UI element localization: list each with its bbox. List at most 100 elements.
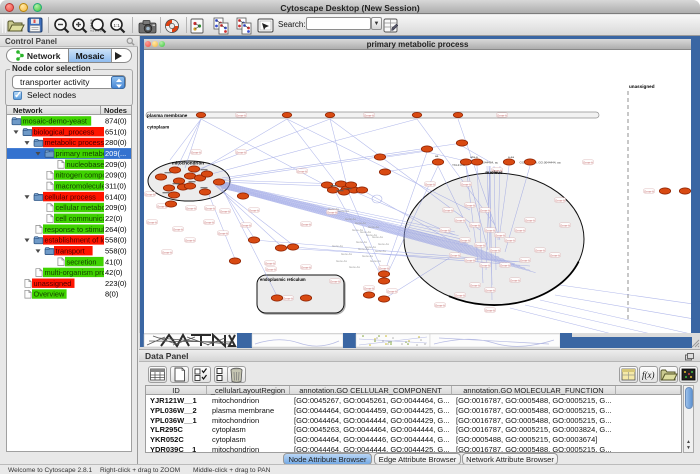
svg-text:Gene-Ax: Gene-Ax bbox=[338, 209, 350, 213]
svg-text:plasma membrane: plasma membrane bbox=[147, 113, 188, 118]
svg-text:response to stimul: response to stimul bbox=[45, 225, 105, 234]
svg-text:Gene-A: Gene-A bbox=[364, 113, 374, 117]
svg-text:Gene-Ax: Gene-Ax bbox=[332, 244, 344, 248]
svg-text:Gene-A: Gene-A bbox=[191, 150, 201, 154]
svg-text:nucleus: nucleus bbox=[485, 170, 503, 175]
svg-text:endoplasmic reticulum: endoplasmic reticulum bbox=[260, 277, 306, 282]
svg-text:Gene-Ax: Gene-Ax bbox=[378, 242, 390, 246]
svg-text:Gene-A: Gene-A bbox=[480, 208, 490, 212]
svg-text:Gene-A: Gene-A bbox=[265, 261, 275, 265]
svg-text:Gene-A: Gene-A bbox=[515, 228, 525, 232]
svg-text:Gene-A: Gene-A bbox=[497, 113, 507, 117]
svg-text:Gene-A: Gene-A bbox=[510, 278, 520, 282]
svg-text:Gene-A: Gene-A bbox=[249, 208, 259, 212]
svg-text:Gene-A: Gene-A bbox=[205, 206, 215, 210]
svg-text:Gene-A: Gene-A bbox=[500, 263, 510, 267]
svg-text:Gene-A: Gene-A bbox=[455, 218, 465, 222]
svg-text:Gene-A: Gene-A bbox=[470, 223, 480, 227]
svg-text:Gene-A: Gene-A bbox=[220, 209, 230, 213]
svg-text:Gene-A: Gene-A bbox=[387, 289, 397, 293]
svg-text:Gene-Ax: Gene-Ax bbox=[356, 240, 368, 244]
svg-text:macromolecule: macromolecule bbox=[56, 182, 106, 191]
svg-text:metabolic process: metabolic process bbox=[45, 138, 105, 147]
svg-text:Gene-Ax: Gene-Ax bbox=[375, 249, 387, 253]
svg-text:Gene-A: Gene-A bbox=[550, 253, 560, 257]
svg-text:223(0): 223(0) bbox=[105, 279, 127, 288]
svg-text:651(0): 651(0) bbox=[105, 127, 127, 136]
svg-text:8(0): 8(0) bbox=[105, 290, 119, 299]
svg-text:Gene-A: Gene-A bbox=[147, 220, 157, 224]
svg-text:biological_process: biological_process bbox=[34, 127, 95, 136]
svg-text:614(0): 614(0) bbox=[105, 192, 127, 201]
svg-text:Gene-Ax: Gene-Ax bbox=[341, 252, 353, 256]
svg-text:Gene-Ax: Gene-Ax bbox=[370, 259, 382, 263]
svg-text:Gene-Ax: Gene-Ax bbox=[349, 265, 361, 269]
svg-text:transport: transport bbox=[56, 246, 85, 255]
svg-text:cytoplasm: cytoplasm bbox=[147, 125, 169, 130]
svg-text:nitrogen compo: nitrogen compo bbox=[56, 171, 107, 180]
svg-text:1:1: 1:1 bbox=[114, 23, 121, 28]
svg-text:Overview: Overview bbox=[34, 290, 65, 299]
svg-text:Gene-A: Gene-A bbox=[440, 228, 450, 232]
svg-text:a-aa: a-aa bbox=[508, 155, 514, 159]
svg-text:Gene-A: Gene-A bbox=[266, 267, 276, 271]
svg-text:Gene-A: Gene-A bbox=[301, 222, 311, 226]
svg-text:Gene-A: Gene-A bbox=[327, 210, 337, 214]
svg-text:Gene-A: Gene-A bbox=[364, 286, 374, 290]
svg-text:558(0): 558(0) bbox=[105, 236, 127, 245]
svg-text:280(0): 280(0) bbox=[105, 138, 127, 147]
svg-text:Gene-A: Gene-A bbox=[455, 293, 465, 297]
svg-text:Gene-A: Gene-A bbox=[485, 228, 495, 232]
svg-text:Gene-Ax: Gene-Ax bbox=[336, 259, 348, 263]
svg-text:Gene-A: Gene-A bbox=[236, 150, 246, 154]
svg-text:Gene-Ax: Gene-Ax bbox=[362, 254, 374, 258]
svg-text:Gene-A: Gene-A bbox=[460, 238, 470, 242]
svg-text:cellular metabo: cellular metabo bbox=[56, 203, 106, 212]
svg-text:Gene-A: Gene-A bbox=[520, 258, 530, 262]
svg-text:f(x): f(x) bbox=[642, 370, 655, 380]
svg-text:Gene-A: Gene-A bbox=[297, 169, 307, 173]
svg-text:Gene-A: Gene-A bbox=[525, 218, 535, 222]
svg-text:multi-organism pro: multi-organism pro bbox=[45, 268, 106, 277]
svg-text:41(0): 41(0) bbox=[105, 257, 123, 266]
svg-text:209(0): 209(0) bbox=[105, 171, 127, 180]
svg-text:Gene-A: Gene-A bbox=[241, 223, 251, 227]
svg-text:Gene-A: Gene-A bbox=[470, 283, 480, 287]
svg-text:Gene-A: Gene-A bbox=[186, 206, 196, 210]
svg-text:aa: aa bbox=[435, 154, 439, 158]
svg-text:Gene-Ax: Gene-Ax bbox=[358, 247, 370, 251]
svg-text:Gene-A: Gene-A bbox=[485, 288, 495, 292]
svg-text:311(0): 311(0) bbox=[105, 182, 127, 191]
svg-text:558(0): 558(0) bbox=[105, 246, 127, 255]
svg-text:22(0): 22(0) bbox=[105, 214, 123, 223]
svg-text:Gene-A: Gene-A bbox=[480, 263, 490, 267]
svg-text:Gene-A: Gene-A bbox=[204, 220, 214, 224]
svg-text:Gene-Ax: Gene-Ax bbox=[368, 225, 380, 229]
svg-text:42(0): 42(0) bbox=[105, 268, 123, 277]
svg-text:ada-a: ada-a bbox=[470, 155, 478, 159]
svg-text:Gene-A: Gene-A bbox=[475, 243, 485, 247]
svg-text:Gene-Ax: Gene-Ax bbox=[352, 228, 364, 232]
svg-text:209(0): 209(0) bbox=[105, 203, 127, 212]
svg-text:Gene-A: Gene-A bbox=[461, 182, 471, 186]
svg-text:Gene-A: Gene-A bbox=[485, 308, 495, 312]
svg-text:Gene-A: Gene-A bbox=[490, 248, 500, 252]
svg-text:Gene-A: Gene-A bbox=[450, 253, 460, 257]
svg-text:Gene-Ax: Gene-Ax bbox=[355, 221, 367, 225]
svg-text:establishment of lo: establishment of lo bbox=[45, 236, 107, 245]
svg-text:Gene-Ax: Gene-Ax bbox=[345, 217, 357, 221]
svg-text:209(...: 209(... bbox=[105, 149, 126, 158]
svg-text:mosaic-demo-yeast: mosaic-demo-yeast bbox=[23, 117, 87, 126]
svg-text:Gene-A: Gene-A bbox=[505, 238, 515, 242]
svg-text:Gene-A: Gene-A bbox=[283, 296, 293, 300]
svg-text:cell communicat: cell communicat bbox=[56, 214, 109, 223]
svg-text:Gene-A: Gene-A bbox=[465, 203, 475, 207]
svg-text:Gene-A: Gene-A bbox=[465, 258, 475, 262]
svg-text:Gene-A: Gene-A bbox=[535, 248, 545, 252]
svg-text:Gene-A: Gene-A bbox=[218, 231, 228, 235]
svg-text:mitochondrion: mitochondrion bbox=[172, 161, 204, 166]
svg-text:Gene-A: Gene-A bbox=[435, 303, 445, 307]
svg-text:Gene-A: Gene-A bbox=[644, 189, 654, 193]
svg-text:Gene-A: Gene-A bbox=[583, 160, 593, 164]
svg-text:Gene-A: Gene-A bbox=[330, 279, 340, 283]
